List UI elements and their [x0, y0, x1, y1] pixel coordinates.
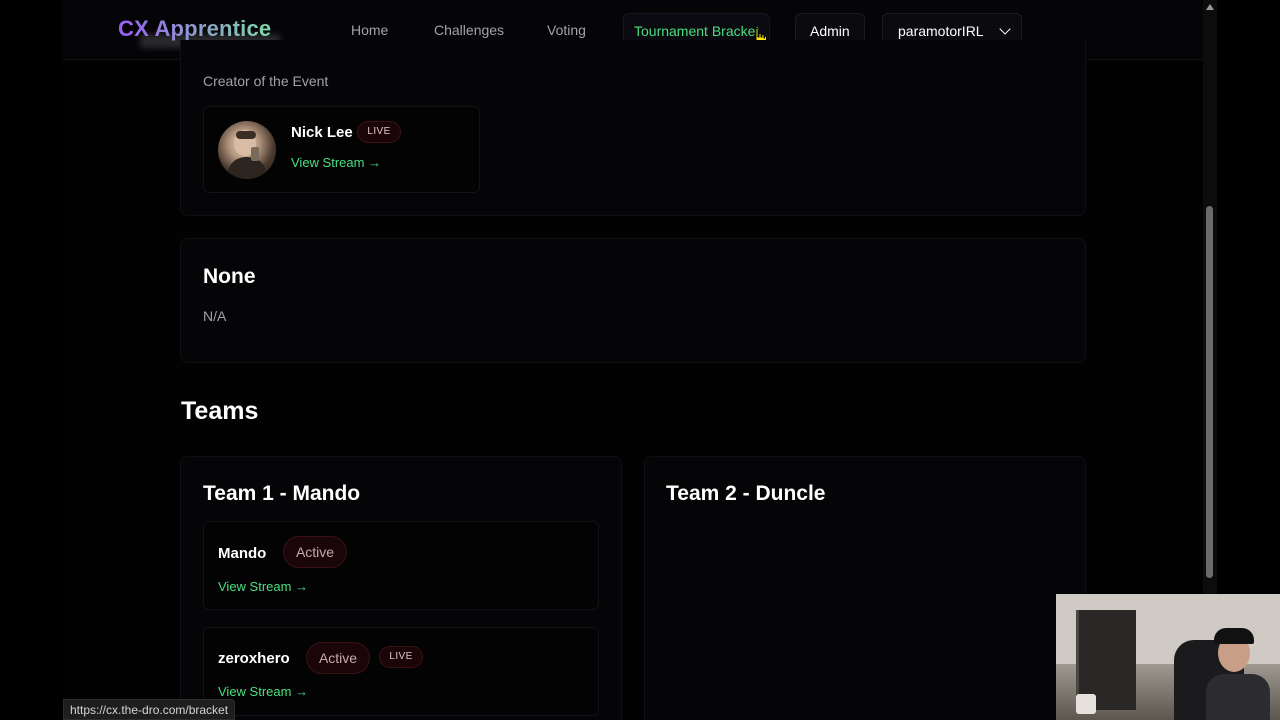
scrollbar-thumb[interactable]	[1206, 206, 1213, 578]
webcam-overlay	[1056, 594, 1280, 720]
creator-subtitle: Creator of the Event	[203, 73, 329, 89]
creator-streamer-name: Nick Lee	[291, 124, 353, 141]
nav-link-voting[interactable]: Voting	[547, 22, 586, 38]
chevron-down-icon	[999, 23, 1011, 35]
team-member-name: zeroxhero	[218, 650, 290, 667]
team-member-card	[203, 627, 599, 716]
none-card	[180, 238, 1086, 363]
team-member-name: Mando	[218, 545, 267, 562]
team-2-title: Team 2 - Duncle	[666, 482, 826, 505]
webcam-cup	[1076, 694, 1096, 714]
team-member-card	[203, 521, 599, 610]
teams-heading: Teams	[181, 397, 259, 425]
nav-link-home[interactable]: Home	[351, 22, 388, 38]
user-menu-label: paramotorIRL	[898, 23, 984, 39]
webcam-person-body	[1206, 674, 1270, 720]
link-preview-url: https://cx.the-dro.com/bracket	[63, 699, 236, 720]
nav-link-challenges[interactable]: Challenges	[434, 22, 504, 38]
status-badge: Active	[283, 536, 347, 568]
avatar	[218, 121, 276, 179]
team-1-title: Team 1 - Mando	[203, 482, 361, 505]
webcam-person-hat	[1214, 628, 1254, 644]
member-view-stream-link[interactable]: View Stream →	[218, 684, 308, 699]
creator-view-stream-link[interactable]: View Stream →	[291, 155, 381, 170]
avatar-photo-icon	[226, 130, 268, 179]
status-badge: Active	[306, 642, 370, 674]
brand-logo[interactable]: CX Apprentice	[118, 16, 271, 42]
live-badge: LIVE	[379, 646, 423, 668]
member-view-stream-link[interactable]: View Stream →	[218, 579, 308, 594]
live-badge: LIVE	[357, 121, 401, 143]
scroll-up-arrow-icon[interactable]	[1206, 4, 1214, 10]
none-card-title: None	[203, 265, 256, 288]
none-card-value: N/A	[203, 308, 227, 324]
